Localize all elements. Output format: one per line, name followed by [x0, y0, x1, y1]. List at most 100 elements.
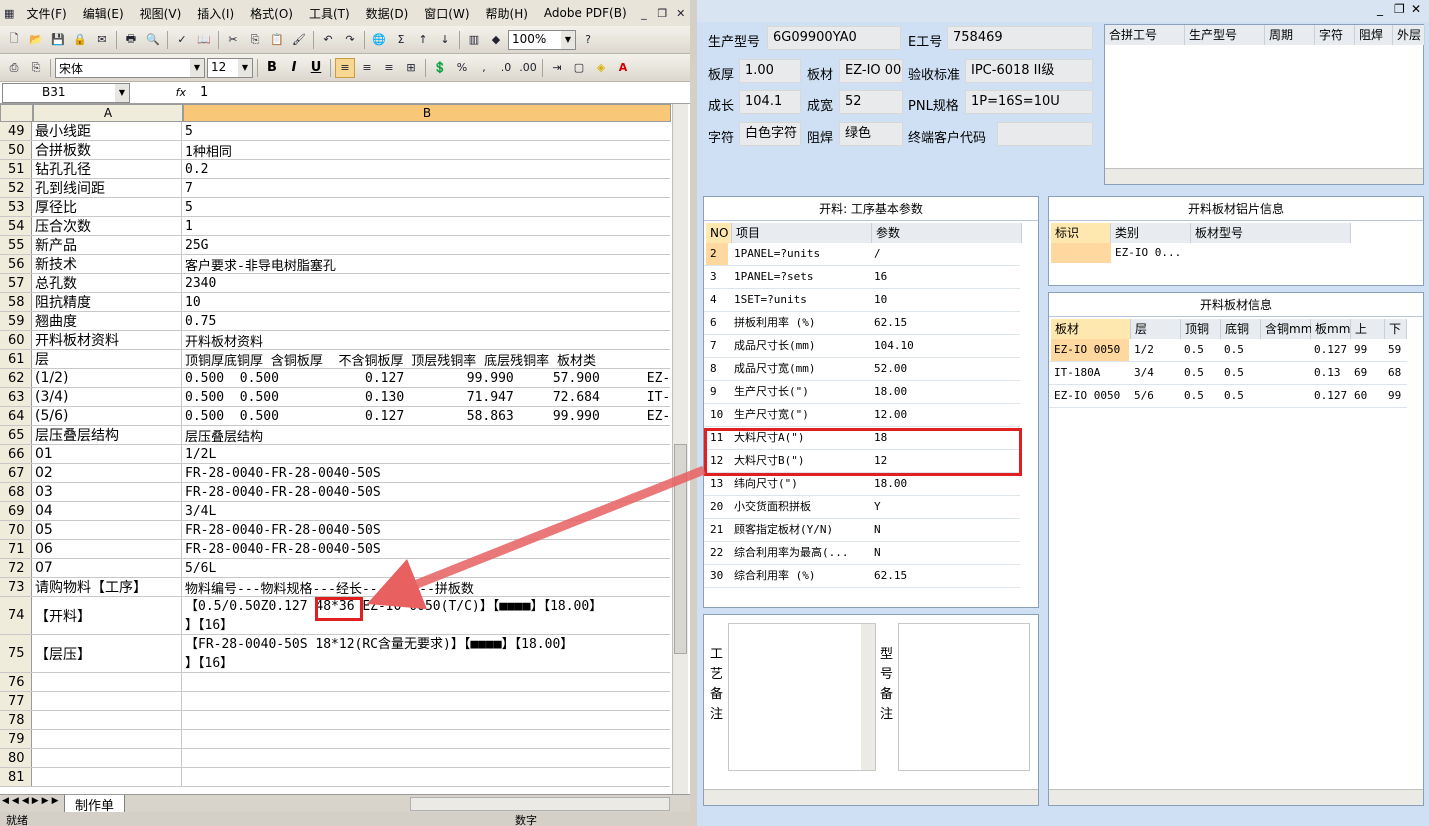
- cell-b[interactable]: 10: [183, 293, 670, 311]
- cell-b[interactable]: 顶铜厚底铜厚 含铜板厚 不含铜板厚 顶层残铜率 底层残铜率 板材类: [183, 350, 670, 369]
- row-number[interactable]: 81: [0, 768, 32, 786]
- sheet-row[interactable]: 68 03 FR-28-0040-FR-28-0040-50S: [0, 483, 670, 502]
- row-number[interactable]: 62: [0, 369, 32, 387]
- width-field[interactable]: 52: [839, 90, 903, 114]
- comma-icon[interactable]: ,: [474, 58, 494, 78]
- open-folder-icon[interactable]: 📂: [26, 30, 46, 50]
- row-number[interactable]: 57: [0, 274, 32, 292]
- select-all-corner[interactable]: [0, 104, 33, 122]
- font-size-select[interactable]: 12 ▼: [207, 57, 253, 78]
- sheet-row[interactable]: 79: [0, 730, 670, 749]
- board-col-header[interactable]: 底铜: [1221, 319, 1261, 339]
- sheet-row[interactable]: 61 层顶铜厚底铜厚 含铜板厚 不含铜板厚 顶层残铜率 底层残铜率 板材类: [0, 350, 670, 369]
- sheet-row[interactable]: 73 请购物料【工序】 物料编号---物料规格---经长---纬长---拼板数: [0, 578, 670, 597]
- row-number[interactable]: 72: [0, 559, 32, 577]
- indent-icon[interactable]: ⇥: [547, 58, 567, 78]
- sheet-row[interactable]: 77: [0, 692, 670, 711]
- sheet-row[interactable]: 81: [0, 768, 670, 787]
- board-row[interactable]: IT-180A 3/4 0.5 0.5 0.13 69 68: [1049, 362, 1407, 385]
- menu-help[interactable]: 帮助(H): [478, 5, 536, 22]
- sort-asc-icon[interactable]: ↑: [413, 30, 433, 50]
- row-number[interactable]: 78: [0, 711, 32, 729]
- menu-file[interactable]: 文件(F): [18, 5, 74, 22]
- cell-a[interactable]: [33, 692, 182, 710]
- cell-b[interactable]: 【FR-28-0040-50S 18*12(RC含量无要求)】【■■■■】【18…: [183, 635, 670, 672]
- param-row[interactable]: 22 综合利用率为最高(... N: [704, 542, 1020, 565]
- close-icon[interactable]: ✕: [672, 3, 690, 23]
- param-row[interactable]: 6 拼板利用率 (%) 62.15: [704, 312, 1020, 335]
- row-number[interactable]: 76: [0, 673, 32, 691]
- cell-b[interactable]: FR-28-0040-FR-28-0040-50S: [183, 540, 670, 558]
- cell-b[interactable]: 0.500 0.500 0.130 71.947 72.684 IT-18: [183, 388, 670, 406]
- cell-b[interactable]: 7: [183, 179, 670, 197]
- cell-b[interactable]: FR-28-0040-FR-28-0040-50S: [183, 521, 670, 539]
- copy-icon[interactable]: ⎘: [245, 30, 265, 50]
- cell-b[interactable]: 25G: [183, 236, 670, 254]
- col-header-a[interactable]: A: [33, 104, 183, 122]
- scroll-thumb[interactable]: [674, 444, 687, 654]
- merge-col-header[interactable]: 合拼工号: [1105, 25, 1185, 45]
- row-number[interactable]: 59: [0, 312, 32, 330]
- row-number[interactable]: 50: [0, 141, 32, 159]
- vertical-scrollbar[interactable]: [672, 104, 688, 794]
- prod-model-field[interactable]: 6G09900YA0: [767, 26, 901, 50]
- row-number[interactable]: 51: [0, 160, 32, 178]
- sheet-row[interactable]: 58 阻抗精度 10: [0, 293, 670, 312]
- cell-a[interactable]: 翘曲度: [33, 312, 182, 330]
- row-number[interactable]: 80: [0, 749, 32, 767]
- new-file-icon[interactable]: 🗋: [4, 30, 24, 50]
- row-number[interactable]: 70: [0, 521, 32, 539]
- menu-tools[interactable]: 工具(T): [301, 5, 358, 22]
- cell-b[interactable]: 1/2L: [183, 445, 670, 463]
- cell-a[interactable]: 层: [33, 350, 182, 368]
- sheet-row[interactable]: 69 04 3/4L: [0, 502, 670, 521]
- sheet-row[interactable]: 54 压合次数 1: [0, 217, 670, 236]
- cell-a[interactable]: 总孔数: [33, 274, 182, 292]
- param-row[interactable]: 4 1SET=?units 10: [704, 289, 1020, 312]
- col-header-b[interactable]: B: [183, 104, 671, 122]
- std-field[interactable]: IPC-6018 II级: [965, 59, 1093, 83]
- increase-decimal-icon[interactable]: .0: [496, 58, 516, 78]
- undo-icon[interactable]: ↶: [318, 30, 338, 50]
- board-col-header[interactable]: 板mm: [1311, 319, 1351, 339]
- cell-b[interactable]: [183, 730, 670, 748]
- board-hscrollbar[interactable]: [1049, 789, 1423, 805]
- cell-a[interactable]: 孔到线间距: [33, 179, 182, 197]
- sheet-nav-icon[interactable]: ◀◀◀▶▶▶: [2, 796, 62, 806]
- cell-a[interactable]: 04: [33, 502, 182, 520]
- cell-b[interactable]: 0.500 0.500 0.127 99.990 57.900 EZ-IO: [183, 369, 670, 387]
- merge-center-icon[interactable]: ⊞: [401, 58, 421, 78]
- menu-insert[interactable]: 插入(I): [189, 5, 242, 22]
- mask-field[interactable]: 绿色: [839, 122, 903, 146]
- cell-a[interactable]: 钻孔孔径: [33, 160, 182, 178]
- col-header-no[interactable]: NO: [706, 223, 732, 243]
- col-header-model[interactable]: 板材型号: [1191, 223, 1351, 243]
- cell-b[interactable]: [183, 673, 670, 691]
- board-col-header[interactable]: 上: [1351, 319, 1385, 339]
- borders-icon[interactable]: ▢: [569, 58, 589, 78]
- cell-b[interactable]: 2340: [183, 274, 670, 292]
- chart-wizard-icon[interactable]: ▥: [464, 30, 484, 50]
- close-icon[interactable]: ✕: [1411, 2, 1421, 16]
- sheet-row[interactable]: 78: [0, 711, 670, 730]
- col-header-item[interactable]: 项目: [732, 223, 872, 243]
- cell-b[interactable]: 5: [183, 198, 670, 216]
- name-box[interactable]: B31 ▼: [2, 82, 130, 103]
- cell-b[interactable]: 0.75: [183, 312, 670, 330]
- sheet-row[interactable]: 75 【层压】 【FR-28-0040-50S 18*12(RC含量无要求)】【■■…: [0, 635, 670, 673]
- row-number[interactable]: 67: [0, 464, 32, 482]
- align-left-icon[interactable]: ≡: [335, 57, 355, 78]
- cell-a[interactable]: 03: [33, 483, 182, 501]
- cell-a[interactable]: 层压叠层结构: [33, 426, 182, 444]
- sheet-row[interactable]: 66 01 1/2L: [0, 445, 670, 464]
- notes-hscrollbar[interactable]: [704, 789, 1038, 805]
- row-number[interactable]: 65: [0, 426, 32, 444]
- param-row[interactable]: 7 成品尺寸长(mm) 104.10: [704, 335, 1020, 358]
- param-row[interactable]: 13 纬向尺寸(") 18.00: [704, 473, 1020, 496]
- cell-b[interactable]: [183, 692, 670, 710]
- underline-button[interactable]: U: [306, 58, 326, 78]
- spelling-icon[interactable]: ✓: [172, 30, 192, 50]
- minimize-icon[interactable]: _: [1377, 2, 1383, 16]
- cell-b[interactable]: 3/4L: [183, 502, 670, 520]
- sheet-row[interactable]: 59 翘曲度 0.75: [0, 312, 670, 331]
